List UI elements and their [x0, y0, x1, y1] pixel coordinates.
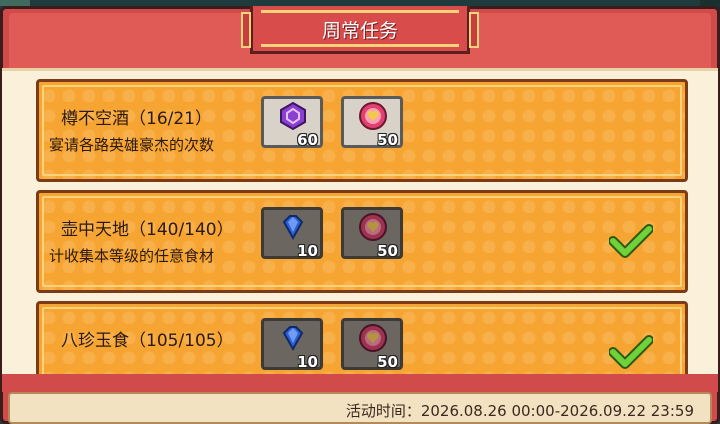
pink-heart-orb-icon — [359, 213, 387, 241]
check-icon — [609, 335, 653, 369]
reward-slot[interactable]: 10 — [261, 207, 323, 260]
task-progress: （105/105） — [129, 331, 234, 351]
reward-qty: 50 — [377, 353, 398, 371]
title-deco-right — [469, 12, 479, 48]
task-card: 八珍玉食（105/105） 10 50 — [36, 301, 688, 374]
task-scroll-area[interactable]: 樽不空酒（16/21） 宴请各路英雄豪杰的次数 60 50 壶中天地（140/1… — [2, 68, 718, 374]
reward-qty: 10 — [297, 353, 318, 371]
reward-slot[interactable]: 50 — [341, 207, 403, 260]
task-list: 樽不空酒（16/21） 宴请各路英雄豪杰的次数 60 50 壶中天地（140/1… — [36, 79, 688, 374]
task-name: 八珍玉食 — [61, 331, 129, 351]
task-description: 宴请各路英雄豪杰的次数 — [49, 136, 215, 154]
title-plaque: 周常任务 — [241, 6, 479, 54]
task-description: 计收集本等级的任意食材 — [49, 247, 215, 265]
title-gold-line-bottom — [261, 44, 459, 47]
event-time-bar: 活动时间：2026.08.26 00:00-2026.09.22 23:59 — [8, 392, 712, 424]
page-title: 周常任务 — [321, 20, 398, 42]
task-title: 樽不空酒（16/21） — [61, 104, 212, 129]
reward-slot[interactable]: 60 — [261, 96, 323, 149]
pink-heart-orb-icon — [359, 102, 387, 130]
event-time-label: 活动时间：2026.08.26 00:00-2026.09.22 23:59 — [345, 402, 694, 420]
task-card: 壶中天地（140/140） 计收集本等级的任意食材 10 50 — [36, 190, 688, 293]
panel-bottom-band — [2, 374, 718, 392]
reward-qty: 60 — [297, 131, 318, 149]
reward-slot[interactable]: 50 — [341, 318, 403, 371]
reward-qty: 50 — [377, 242, 398, 260]
task-name: 壶中天地 — [61, 220, 129, 240]
task-title: 壶中天地（140/140） — [61, 215, 234, 240]
pink-heart-orb-icon — [359, 324, 387, 352]
title-gold-line-top — [261, 10, 459, 13]
task-title: 八珍玉食（105/105） — [61, 326, 234, 351]
reward-slot[interactable]: 50 — [341, 96, 403, 149]
blue-diamond-icon — [282, 326, 304, 352]
title-deco-left — [241, 12, 251, 48]
task-progress: （16/21） — [129, 109, 212, 129]
reward-slot[interactable]: 10 — [261, 318, 323, 371]
reward-qty: 10 — [297, 242, 318, 260]
blue-diamond-icon — [282, 215, 304, 241]
task-progress: （140/140） — [129, 220, 234, 240]
task-name: 樽不空酒 — [61, 109, 129, 129]
check-icon — [609, 224, 653, 258]
purple-hexagon-coin-icon — [280, 101, 306, 131]
reward-qty: 50 — [377, 131, 398, 149]
task-card: 樽不空酒（16/21） 宴请各路英雄豪杰的次数 60 50 — [36, 79, 688, 182]
